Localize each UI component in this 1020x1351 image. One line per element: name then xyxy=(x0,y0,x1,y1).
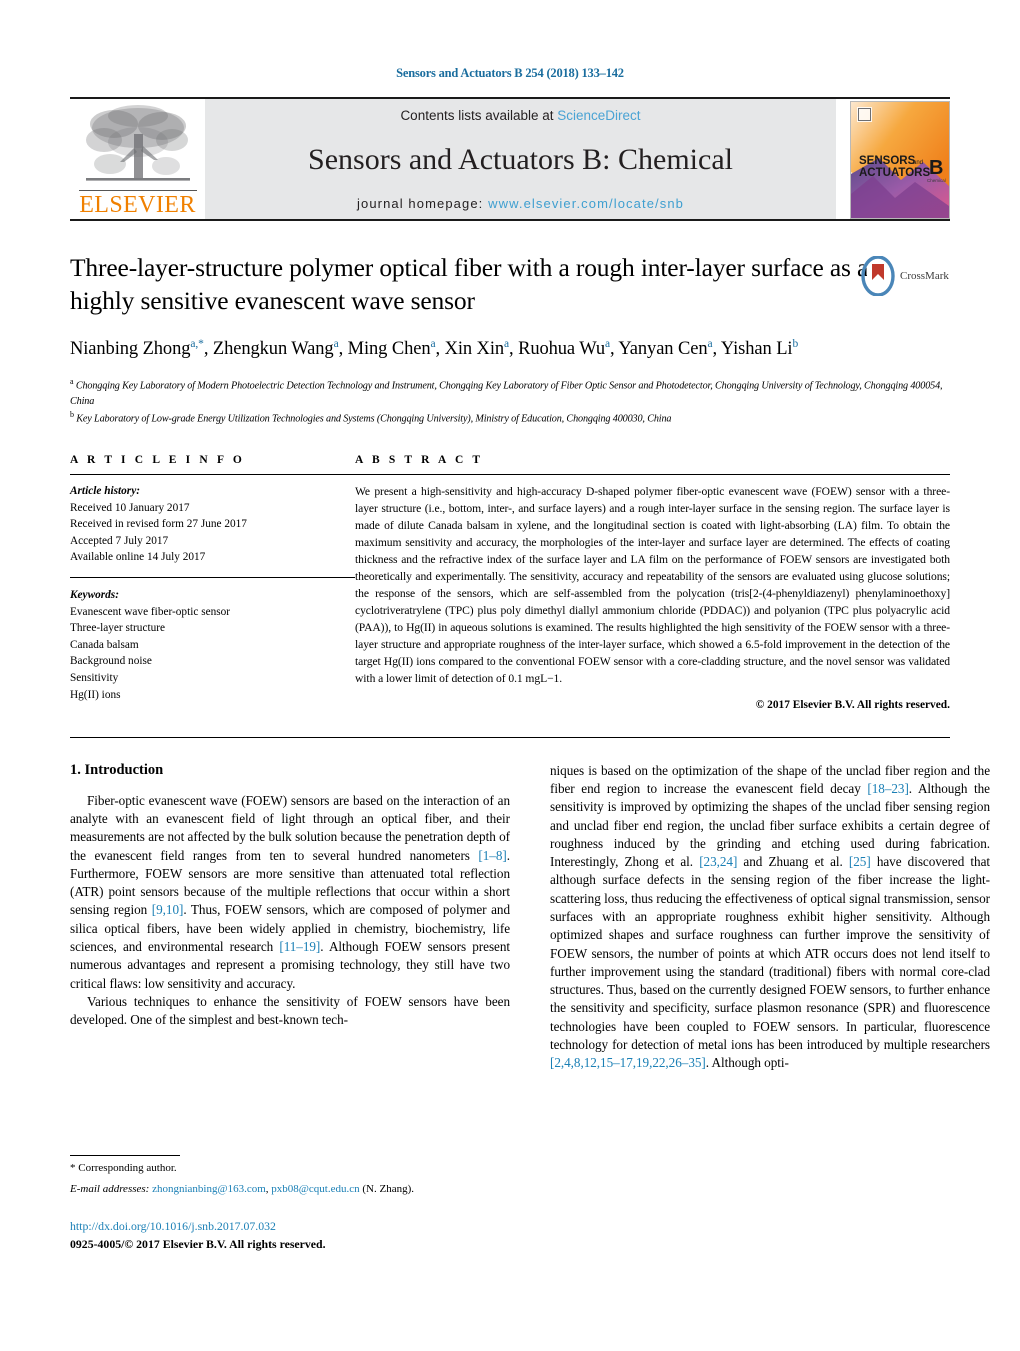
body-left-column: 1. Introduction Fiber-optic evanescent w… xyxy=(70,762,510,1073)
email-attribution: (N. Zhang). xyxy=(359,1182,415,1195)
keyword-item: Sensitivity xyxy=(70,671,119,684)
abstract-column: A B S T R A C T We present a high-sensit… xyxy=(355,454,950,711)
doi-link[interactable]: http://dx.doi.org/10.1016/j.snb.2017.07.… xyxy=(70,1218,530,1236)
history-item: Received in revised form 27 June 2017 xyxy=(70,518,247,531)
issn-copyright-line: 0925-4005/© 2017 Elsevier B.V. All right… xyxy=(70,1236,326,1251)
footnote-rule xyxy=(70,1155,180,1156)
info-abstract-row: A R T I C L E I N F O Article history: R… xyxy=(70,454,950,711)
email-addresses-note: E-mail addresses: zhongnianbing@163.com,… xyxy=(70,1182,510,1198)
citation-ref[interactable]: [1–8] xyxy=(478,848,506,863)
masthead-center-panel: Contents lists available at ScienceDirec… xyxy=(205,99,836,219)
keyword-item: Three-layer structure xyxy=(70,622,166,635)
abstract-heading: A B S T R A C T xyxy=(355,453,484,466)
keyword-item: Evanescent wave fiber-optic sensor xyxy=(70,605,231,618)
email-link-secondary[interactable]: pxb08@cqut.edu.cn xyxy=(271,1183,359,1195)
email-label: E-mail addresses: xyxy=(70,1182,150,1195)
contents-prefix: Contents lists available at xyxy=(400,108,558,123)
history-item: Accepted 7 July 2017 xyxy=(70,534,169,547)
affiliation-b: b Key Laboratory of Low-grade Energy Uti… xyxy=(70,410,672,425)
svg-text:SENSORS: SENSORS xyxy=(859,155,916,167)
history-item: Received 10 January 2017 xyxy=(70,501,190,514)
article-info-heading: A R T I C L E I N F O xyxy=(70,453,245,466)
body-top-rule xyxy=(70,736,950,738)
copyright-line: © 2017 Elsevier B.V. All rights reserved… xyxy=(755,698,950,711)
section-heading-introduction: 1. Introduction xyxy=(70,761,164,778)
affiliation-a-text: Chongqing Key Laboratory of Modern Photo… xyxy=(70,380,943,407)
article-history-label: Article history: xyxy=(70,484,140,497)
citation-ref[interactable]: [11–19] xyxy=(279,939,320,954)
keyword-item: Canada balsam xyxy=(70,638,139,651)
paragraph: niques is based on the optimization of t… xyxy=(550,762,990,1071)
journal-title: Sensors and Actuators B: Chemical xyxy=(308,143,733,176)
citation-ref[interactable]: [9,10] xyxy=(152,902,184,917)
homepage-prefix: journal homepage: xyxy=(357,196,489,211)
paper-page: Sensors and Actuators B 254 (2018) 133–1… xyxy=(0,0,1020,1351)
journal-cover-thumbnail: SENSORS and ACTUATORS B Chemical xyxy=(850,99,950,219)
svg-text:ACTUATORS: ACTUATORS xyxy=(859,167,930,179)
history-item: Available online 14 July 2017 xyxy=(70,551,206,564)
svg-text:Chemical: Chemical xyxy=(927,178,946,183)
keyword-item: Background noise xyxy=(70,655,152,668)
svg-text:B: B xyxy=(929,157,943,179)
keywords-block: Keywords: Evanescent wave fiber-optic se… xyxy=(70,587,355,703)
journal-masthead: ELSEVIER Contents lists available at Sci… xyxy=(70,97,950,219)
crossmark-badge[interactable]: CrossMark xyxy=(860,253,950,299)
sciencedirect-link[interactable]: ScienceDirect xyxy=(557,108,640,123)
affiliation-a: a Chongqing Key Laboratory of Modern Pho… xyxy=(70,376,943,407)
corresponding-author-note: * Corresponding author. xyxy=(70,1162,177,1174)
cover-artwork: SENSORS and ACTUATORS B Chemical xyxy=(851,102,949,218)
crossmark-label: CrossMark xyxy=(900,270,949,282)
footnote-block: * Corresponding author. E-mail addresses… xyxy=(70,1155,510,1198)
crossmark-icon xyxy=(861,256,895,296)
elsevier-logo: ELSEVIER xyxy=(70,99,205,219)
citation-ref[interactable]: [2,4,8,12,15–17,19,22,26–35] xyxy=(550,1055,706,1070)
elsevier-tree-icon xyxy=(85,105,190,181)
citation-ref[interactable]: [18–23] xyxy=(867,781,908,796)
affiliation-b-text: Key Laboratory of Low-grade Energy Utili… xyxy=(76,413,672,425)
masthead-bottom-rule xyxy=(70,219,950,221)
keyword-item: Hg(II) ions xyxy=(70,688,121,701)
journal-homepage-link[interactable]: www.elsevier.com/locate/snb xyxy=(488,196,684,211)
paragraph: Various techniques to enhance the sensit… xyxy=(70,993,510,1028)
svg-text:and: and xyxy=(913,160,923,166)
citation-ref[interactable]: [23,24] xyxy=(699,854,737,869)
author-list: Nianbing Zhonga,*, Zhengkun Wanga, Ming … xyxy=(70,338,799,360)
paragraph: Fiber-optic evanescent wave (FOEW) senso… xyxy=(70,792,510,991)
email-link-primary[interactable]: zhongnianbing@163.com xyxy=(152,1183,266,1195)
article-info-rule xyxy=(70,473,355,475)
keywords-label: Keywords: xyxy=(70,588,119,601)
body-columns: 1. Introduction Fiber-optic evanescent w… xyxy=(70,762,990,1073)
abstract-rule xyxy=(355,473,950,475)
citation-ref[interactable]: [25] xyxy=(849,854,871,869)
article-info-column: A R T I C L E I N F O Article history: R… xyxy=(70,454,355,711)
keywords-rule xyxy=(70,576,355,578)
title-block: Three-layer-structure polymer optical fi… xyxy=(70,251,950,427)
page-title: Three-layer-structure polymer optical fi… xyxy=(70,253,869,316)
elsevier-wordmark: ELSEVIER xyxy=(78,190,197,218)
body-right-column: niques is based on the optimization of t… xyxy=(550,762,990,1073)
journal-homepage-line: journal homepage: www.elsevier.com/locat… xyxy=(357,196,684,211)
affiliations: a Chongqing Key Laboratory of Modern Pho… xyxy=(70,376,950,427)
abstract-text: We present a high-sensitivity and high-a… xyxy=(355,484,950,685)
footer-doi-block: http://dx.doi.org/10.1016/j.snb.2017.07.… xyxy=(70,1218,530,1253)
article-history-block: Article history: Received 10 January 201… xyxy=(70,483,355,566)
contents-available-line: Contents lists available at ScienceDirec… xyxy=(400,108,640,123)
running-head: Sensors and Actuators B 254 (2018) 133–1… xyxy=(396,66,624,80)
